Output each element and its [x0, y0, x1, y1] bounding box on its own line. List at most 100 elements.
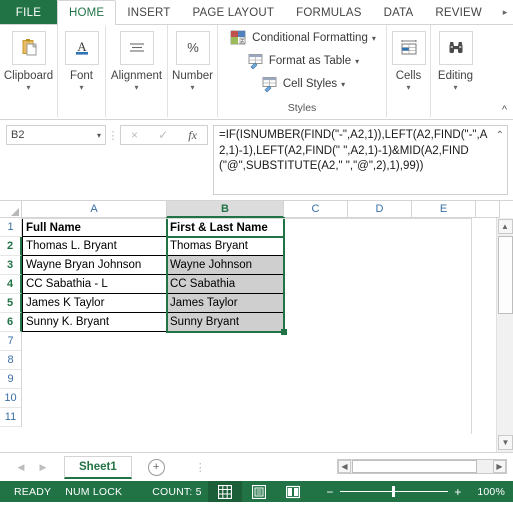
zoom-out-icon[interactable]: − — [323, 485, 337, 499]
tab-data[interactable]: DATA — [373, 0, 425, 25]
column-header-d[interactable]: D — [348, 201, 412, 218]
cell-a3[interactable]: Wayne Bryan Johnson — [22, 256, 167, 275]
hscroll-left-icon[interactable]: ◀ — [338, 460, 351, 473]
select-all-corner[interactable] — [0, 201, 22, 218]
row-header-8[interactable]: 8 — [0, 351, 22, 370]
cell-b2[interactable]: Thomas Bryant — [167, 237, 284, 256]
sheet-tab-sheet1[interactable]: Sheet1 — [64, 455, 132, 479]
scroll-up-icon[interactable]: ▲ — [497, 219, 513, 234]
ribbon-group-alignment[interactable]: Alignment ▾ — [105, 25, 167, 117]
add-sheet-icon[interactable]: + — [147, 458, 165, 476]
percent-icon[interactable]: % — [175, 31, 210, 65]
sheet-prev-icon[interactable]: ◀ — [10, 462, 32, 473]
chevron-up-icon[interactable]: ^ — [502, 105, 507, 116]
column-header-a[interactable]: A — [22, 201, 167, 218]
chevron-down-icon[interactable]: ▾ — [79, 84, 83, 92]
zoom-track[interactable] — [340, 486, 448, 497]
row-header-3[interactable]: 3 — [0, 256, 22, 275]
alignment-lines-icon[interactable] — [119, 31, 154, 65]
row-header-10[interactable]: 10 — [0, 389, 22, 408]
vertical-scrollbar[interactable]: ▲ ▼ — [496, 218, 513, 452]
column-header-c[interactable]: C — [284, 201, 348, 218]
cancel-icon[interactable]: × — [131, 128, 138, 142]
row-header-2[interactable]: 2 — [0, 237, 22, 256]
row-header-10-label: 10 — [4, 392, 17, 404]
format-as-table-button[interactable]: Format as Table ▾ — [247, 51, 359, 71]
cell-b1[interactable]: First & Last Name — [167, 218, 284, 237]
cell-b3[interactable]: Wayne Johnson — [167, 256, 284, 275]
row-header-5-label: 5 — [6, 297, 14, 309]
formula-input[interactable]: =IF(ISNUMBER(FIND("-",A2,1)),LEFT(A2,FIN… — [213, 125, 508, 195]
formula-bar-grip[interactable]: ⋮ — [106, 125, 120, 145]
name-box[interactable]: B2 ▾ — [6, 125, 106, 145]
ribbon-group-cells[interactable]: Cells ▾ — [386, 25, 430, 117]
insert-function-icon[interactable]: fx — [188, 128, 197, 143]
column-header-b[interactable]: B — [167, 201, 284, 218]
sheet-tab-overflow-icon[interactable]: ⋮ — [195, 461, 206, 474]
page-break-view-icon[interactable] — [276, 481, 310, 502]
font-a-icon[interactable]: A — [64, 31, 99, 65]
cell-a5[interactable]: James K Taylor — [22, 294, 167, 313]
ribbon-group-editing[interactable]: Editing ▾ — [430, 25, 480, 117]
row-header-7[interactable]: 7 — [0, 332, 22, 351]
row-header-5[interactable]: 5 — [0, 294, 22, 313]
chevron-right-icon[interactable]: ▸ — [499, 0, 511, 25]
zoom-knob[interactable] — [392, 486, 395, 497]
status-mode: READY — [14, 485, 52, 498]
sheet-next-icon[interactable]: ▶ — [32, 462, 54, 473]
tab-file[interactable]: FILE — [0, 0, 57, 25]
conditional-formatting-button[interactable]: ≠ Conditional Formatting ▾ — [230, 28, 376, 48]
normal-view-icon[interactable] — [208, 481, 242, 502]
tab-insert[interactable]: INSERT — [116, 0, 181, 25]
fill-handle[interactable] — [281, 329, 287, 335]
zoom-level[interactable]: 100% — [477, 481, 505, 502]
zoom-in-icon[interactable]: + — [451, 485, 465, 499]
cell-b5[interactable]: James Taylor — [167, 294, 284, 313]
row-header-11[interactable]: 11 — [0, 408, 22, 427]
chevron-down-icon[interactable]: ▾ — [26, 84, 30, 92]
chevron-down-icon[interactable]: ▾ — [341, 80, 345, 89]
ribbon-group-number[interactable]: % Number ▾ — [167, 25, 217, 117]
row-header-4[interactable]: 4 — [0, 275, 22, 294]
scroll-down-icon[interactable]: ▼ — [498, 435, 513, 450]
cell-b6[interactable]: Sunny Bryant — [167, 313, 284, 332]
chevron-down-icon[interactable]: ▾ — [134, 84, 138, 92]
cell-a4[interactable]: CC Sabathia - L — [22, 275, 167, 294]
cell-a6[interactable]: Sunny K. Bryant — [22, 313, 167, 332]
chevron-down-icon[interactable]: ▾ — [355, 57, 359, 66]
ribbon-group-editing-label: Editing — [437, 70, 474, 82]
chevron-down-icon[interactable]: ▾ — [453, 84, 457, 92]
binoculars-find-icon[interactable] — [438, 31, 473, 65]
ribbon-group-font[interactable]: A Font ▾ — [57, 25, 105, 117]
cell-styles-icon — [261, 76, 278, 92]
enter-icon[interactable]: ✓ — [158, 128, 168, 142]
tab-review[interactable]: REVIEW — [424, 0, 493, 25]
chevron-down-icon[interactable]: ▾ — [372, 34, 376, 43]
vertical-scrollbar-thumb[interactable] — [498, 236, 513, 314]
cells-insert-icon[interactable] — [391, 31, 426, 65]
cell-a1[interactable]: Full Name — [22, 218, 167, 237]
chevron-down-icon[interactable]: ▾ — [97, 131, 101, 140]
chevron-down-icon[interactable]: ▾ — [406, 84, 410, 92]
cell-b4[interactable]: CC Sabathia — [167, 275, 284, 294]
tab-formulas[interactable]: FORMULAS — [285, 0, 373, 25]
tab-page-layout[interactable]: PAGE LAYOUT — [181, 0, 285, 25]
clipboard-icon[interactable] — [11, 31, 46, 65]
tab-home[interactable]: HOME — [57, 0, 117, 26]
column-header-e[interactable]: E — [412, 201, 476, 218]
expand-formula-bar-icon[interactable]: ⌃ — [496, 128, 504, 144]
horizontal-scrollbar-thumb[interactable] — [352, 460, 477, 473]
row-header-1[interactable]: 1 — [0, 218, 22, 237]
ribbon-group-clipboard[interactable]: Clipboard ▾ — [0, 25, 57, 117]
hscroll-right-icon[interactable]: ▶ — [493, 460, 506, 473]
horizontal-scrollbar[interactable]: ◀ ▶ — [337, 459, 507, 474]
chevron-down-icon[interactable]: ▾ — [190, 84, 194, 92]
cell-a2[interactable]: Thomas L. Bryant — [22, 237, 167, 256]
column-header-f[interactable] — [476, 201, 500, 218]
page-layout-view-icon[interactable] — [242, 481, 276, 502]
zoom-slider[interactable]: − + — [323, 481, 465, 502]
cell-styles-button[interactable]: Cell Styles ▾ — [261, 74, 345, 94]
status-num-lock: NUM LOCK — [65, 485, 123, 498]
row-header-9[interactable]: 9 — [0, 370, 22, 389]
row-header-6[interactable]: 6 — [0, 313, 22, 332]
